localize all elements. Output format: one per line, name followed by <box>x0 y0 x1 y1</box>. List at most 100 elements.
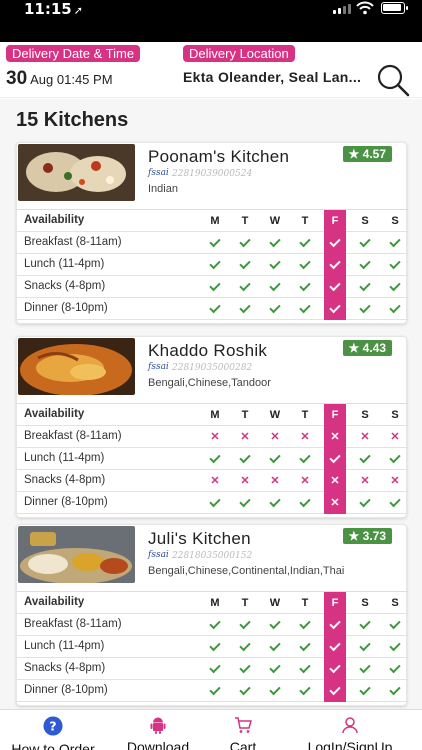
check-icon <box>269 257 281 270</box>
meal-row: Lunch (11-4pm) <box>17 448 408 470</box>
nav-cart-label: Cart <box>229 739 257 750</box>
rating-value: 4.57 <box>362 147 386 161</box>
day-header: M <box>210 215 220 227</box>
cross-icon: ✕ <box>240 475 250 487</box>
fssai-logo: fssai <box>148 550 169 560</box>
availability-cell <box>234 492 256 514</box>
availability-cell <box>384 492 406 514</box>
availability-cell <box>234 448 256 470</box>
check-icon <box>389 257 401 270</box>
help-icon: ? <box>43 716 63 736</box>
availability-cell <box>324 448 346 470</box>
day-header: T <box>301 409 309 421</box>
meal-row: Dinner (8-10pm) <box>17 298 408 320</box>
kitchen-name[interactable]: Poonam's Kitchen <box>148 147 289 167</box>
meal-row: Lunch (11-4pm) <box>17 636 408 658</box>
availability-cell <box>264 636 286 658</box>
nav-how-to-order[interactable]: ? How to Order <box>3 716 103 750</box>
availability-cell <box>204 298 226 320</box>
day-header: S <box>361 215 369 227</box>
availability-cell <box>204 232 226 254</box>
kitchen-photo[interactable] <box>18 144 135 201</box>
check-icon <box>209 235 221 248</box>
meal-label: Lunch (11-4pm) <box>24 258 105 270</box>
cuisine-list: Bengali,Chinese,Continental,Indian,Thai <box>148 565 345 577</box>
cuisine-list: Bengali,Chinese,Tandoor <box>148 377 271 389</box>
check-icon <box>239 451 251 464</box>
kitchen-card[interactable]: Khaddo Roshik ★ 4.43 fssai 22819035000282 Be… <box>16 336 408 518</box>
star-icon: ★ <box>348 529 360 543</box>
check-icon <box>359 257 371 270</box>
nav-cart[interactable]: Cart <box>213 716 273 750</box>
check-icon <box>359 617 371 630</box>
nav-how-to-order-label: How to Order <box>11 741 95 750</box>
availability-cell <box>264 680 286 702</box>
delivery-date-value[interactable]: 30 Aug 01:45 PM <box>6 68 113 90</box>
availability-cell <box>294 232 316 254</box>
check-icon <box>389 495 401 508</box>
meal-label: Dinner (8-10pm) <box>24 302 108 314</box>
kitchen-photo[interactable] <box>18 526 135 583</box>
cross-icon: ✕ <box>330 475 340 487</box>
meal-label: Snacks (4-8pm) <box>24 280 106 292</box>
check-icon <box>299 661 311 674</box>
kitchen-card[interactable]: Poonam's Kitchen ★ 4.57 fssai 2281903900052… <box>16 142 408 324</box>
kitchen-photo[interactable] <box>18 338 135 395</box>
meal-row: Snacks (4-8pm) <box>17 276 408 298</box>
rating-value: 4.43 <box>362 341 386 355</box>
availability-cell <box>294 680 316 702</box>
availability-cell <box>234 232 256 254</box>
delivery-date-chip[interactable]: Delivery Date & Time <box>6 45 141 62</box>
fssai-logo: fssai <box>148 168 169 178</box>
availability-label: Availability <box>24 408 85 420</box>
search-icon[interactable] <box>375 62 411 98</box>
kitchen-list[interactable]: 15 Kitchens Poonam's Kitchen ★ 4.57 fssai 2… <box>0 99 422 709</box>
availability-cell: ✕ <box>264 426 286 448</box>
availability-header-row: Availability M T W T F S S <box>17 210 408 232</box>
check-icon <box>329 257 341 270</box>
availability-cell: ✕ <box>234 426 256 448</box>
check-icon <box>269 451 281 464</box>
nav-login[interactable]: LogIn/SignUp <box>298 716 402 750</box>
check-icon <box>389 661 401 674</box>
check-icon <box>359 495 371 508</box>
check-icon <box>269 495 281 508</box>
kitchen-name[interactable]: Juli's Kitchen <box>148 529 251 549</box>
meal-row: Dinner (8-10pm) ✕ <box>17 492 408 514</box>
availability-cell <box>354 614 376 636</box>
availability-cell <box>384 448 406 470</box>
day-header: T <box>241 597 249 609</box>
availability-cell <box>384 232 406 254</box>
availability-label: Availability <box>24 596 85 608</box>
check-icon <box>209 495 221 508</box>
fssai-number: 22819039000524 <box>172 169 253 179</box>
availability-cell <box>204 680 226 702</box>
delivery-location-value[interactable]: Ekta Oleander, Seal Lan... <box>183 69 361 85</box>
kitchen-card[interactable]: Juli's Kitchen ★ 3.73 fssai 22818035000152 B… <box>16 524 408 706</box>
check-icon <box>359 639 371 652</box>
check-icon <box>239 257 251 270</box>
check-icon <box>239 617 251 630</box>
availability-cell <box>204 276 226 298</box>
star-icon: ★ <box>348 147 360 161</box>
availability-cell <box>264 276 286 298</box>
availability-cell <box>384 636 406 658</box>
check-icon <box>359 301 371 314</box>
nav-download[interactable]: Download <box>118 716 198 750</box>
check-icon <box>269 279 281 292</box>
meal-label: Snacks (4-8pm) <box>24 474 106 486</box>
availability-cell <box>294 298 316 320</box>
meal-label: Dinner (8-10pm) <box>24 496 108 508</box>
delivery-header: Delivery Date & Time Delivery Location 3… <box>0 42 422 98</box>
cross-icon: ✕ <box>210 475 220 487</box>
day-header: M <box>210 409 220 421</box>
delivery-location-chip[interactable]: Delivery Location <box>183 45 295 62</box>
kitchen-name[interactable]: Khaddo Roshik <box>148 341 267 361</box>
check-icon <box>389 451 401 464</box>
availability-table: Availability M T W T F S S Breakfast (8-11am) ✕ ✕ ✕… <box>17 403 408 514</box>
availability-cell <box>354 254 376 276</box>
cross-icon: ✕ <box>270 475 280 487</box>
cross-icon: ✕ <box>390 475 400 487</box>
availability-cell <box>264 448 286 470</box>
check-icon <box>329 639 341 652</box>
